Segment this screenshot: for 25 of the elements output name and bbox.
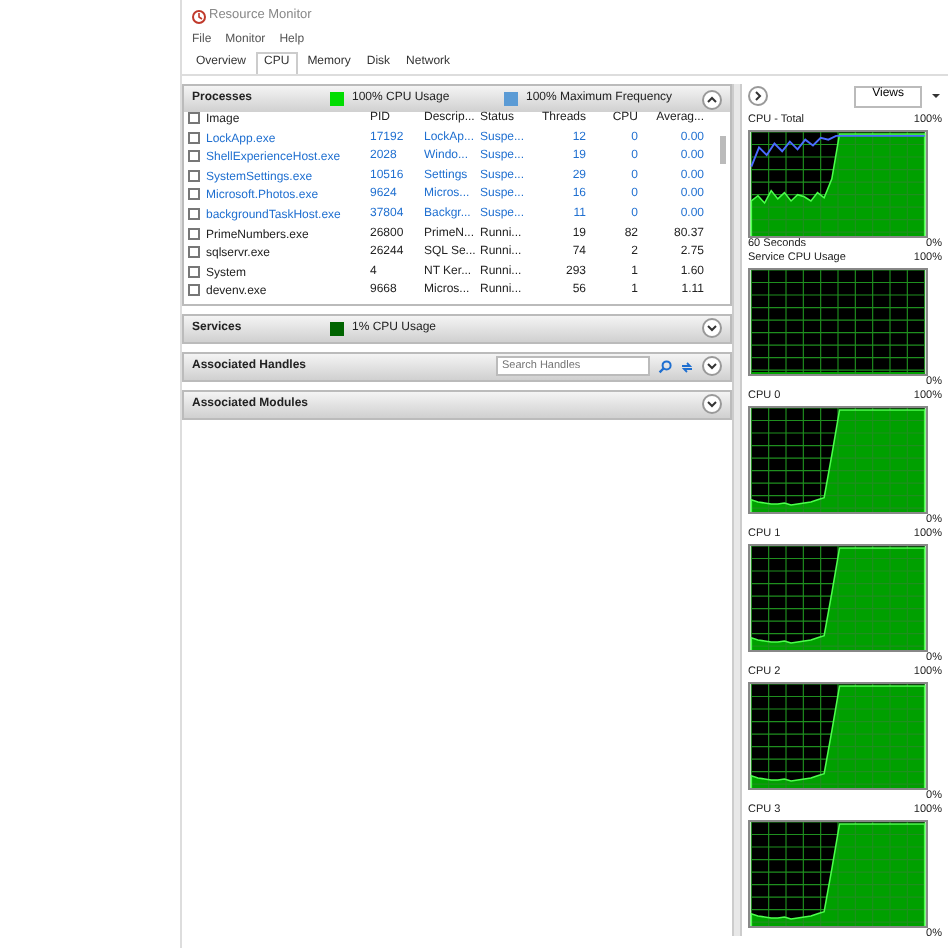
- collapse-icon: [706, 93, 718, 105]
- checkbox[interactable]: [188, 265, 200, 278]
- checkbox[interactable]: [188, 169, 200, 182]
- expand-icon: [706, 360, 718, 373]
- collapse-button[interactable]: [702, 356, 722, 377]
- refresh-icon[interactable]: [680, 359, 694, 374]
- collapse-button[interactable]: [702, 318, 722, 339]
- scrollbar-thumb[interactable]: [720, 136, 726, 164]
- checkbox[interactable]: [188, 207, 200, 220]
- collapse-button[interactable]: [702, 394, 722, 415]
- checkbox[interactable]: [188, 131, 200, 144]
- app-icon: [192, 9, 206, 23]
- search-icon[interactable]: [658, 359, 672, 374]
- expand-icon: [706, 398, 718, 411]
- checkbox[interactable]: [188, 246, 200, 259]
- checkbox[interactable]: [188, 284, 200, 297]
- chevron-right-icon: [752, 90, 764, 102]
- checkbox[interactable]: [188, 112, 200, 124]
- collapse-button[interactable]: [702, 89, 722, 109]
- checkbox[interactable]: [188, 188, 200, 201]
- checkbox[interactable]: [188, 150, 200, 163]
- expand-button[interactable]: [748, 86, 768, 106]
- dropdown-icon[interactable]: [930, 88, 942, 104]
- checkbox[interactable]: [188, 227, 200, 240]
- expand-icon: [706, 322, 718, 335]
